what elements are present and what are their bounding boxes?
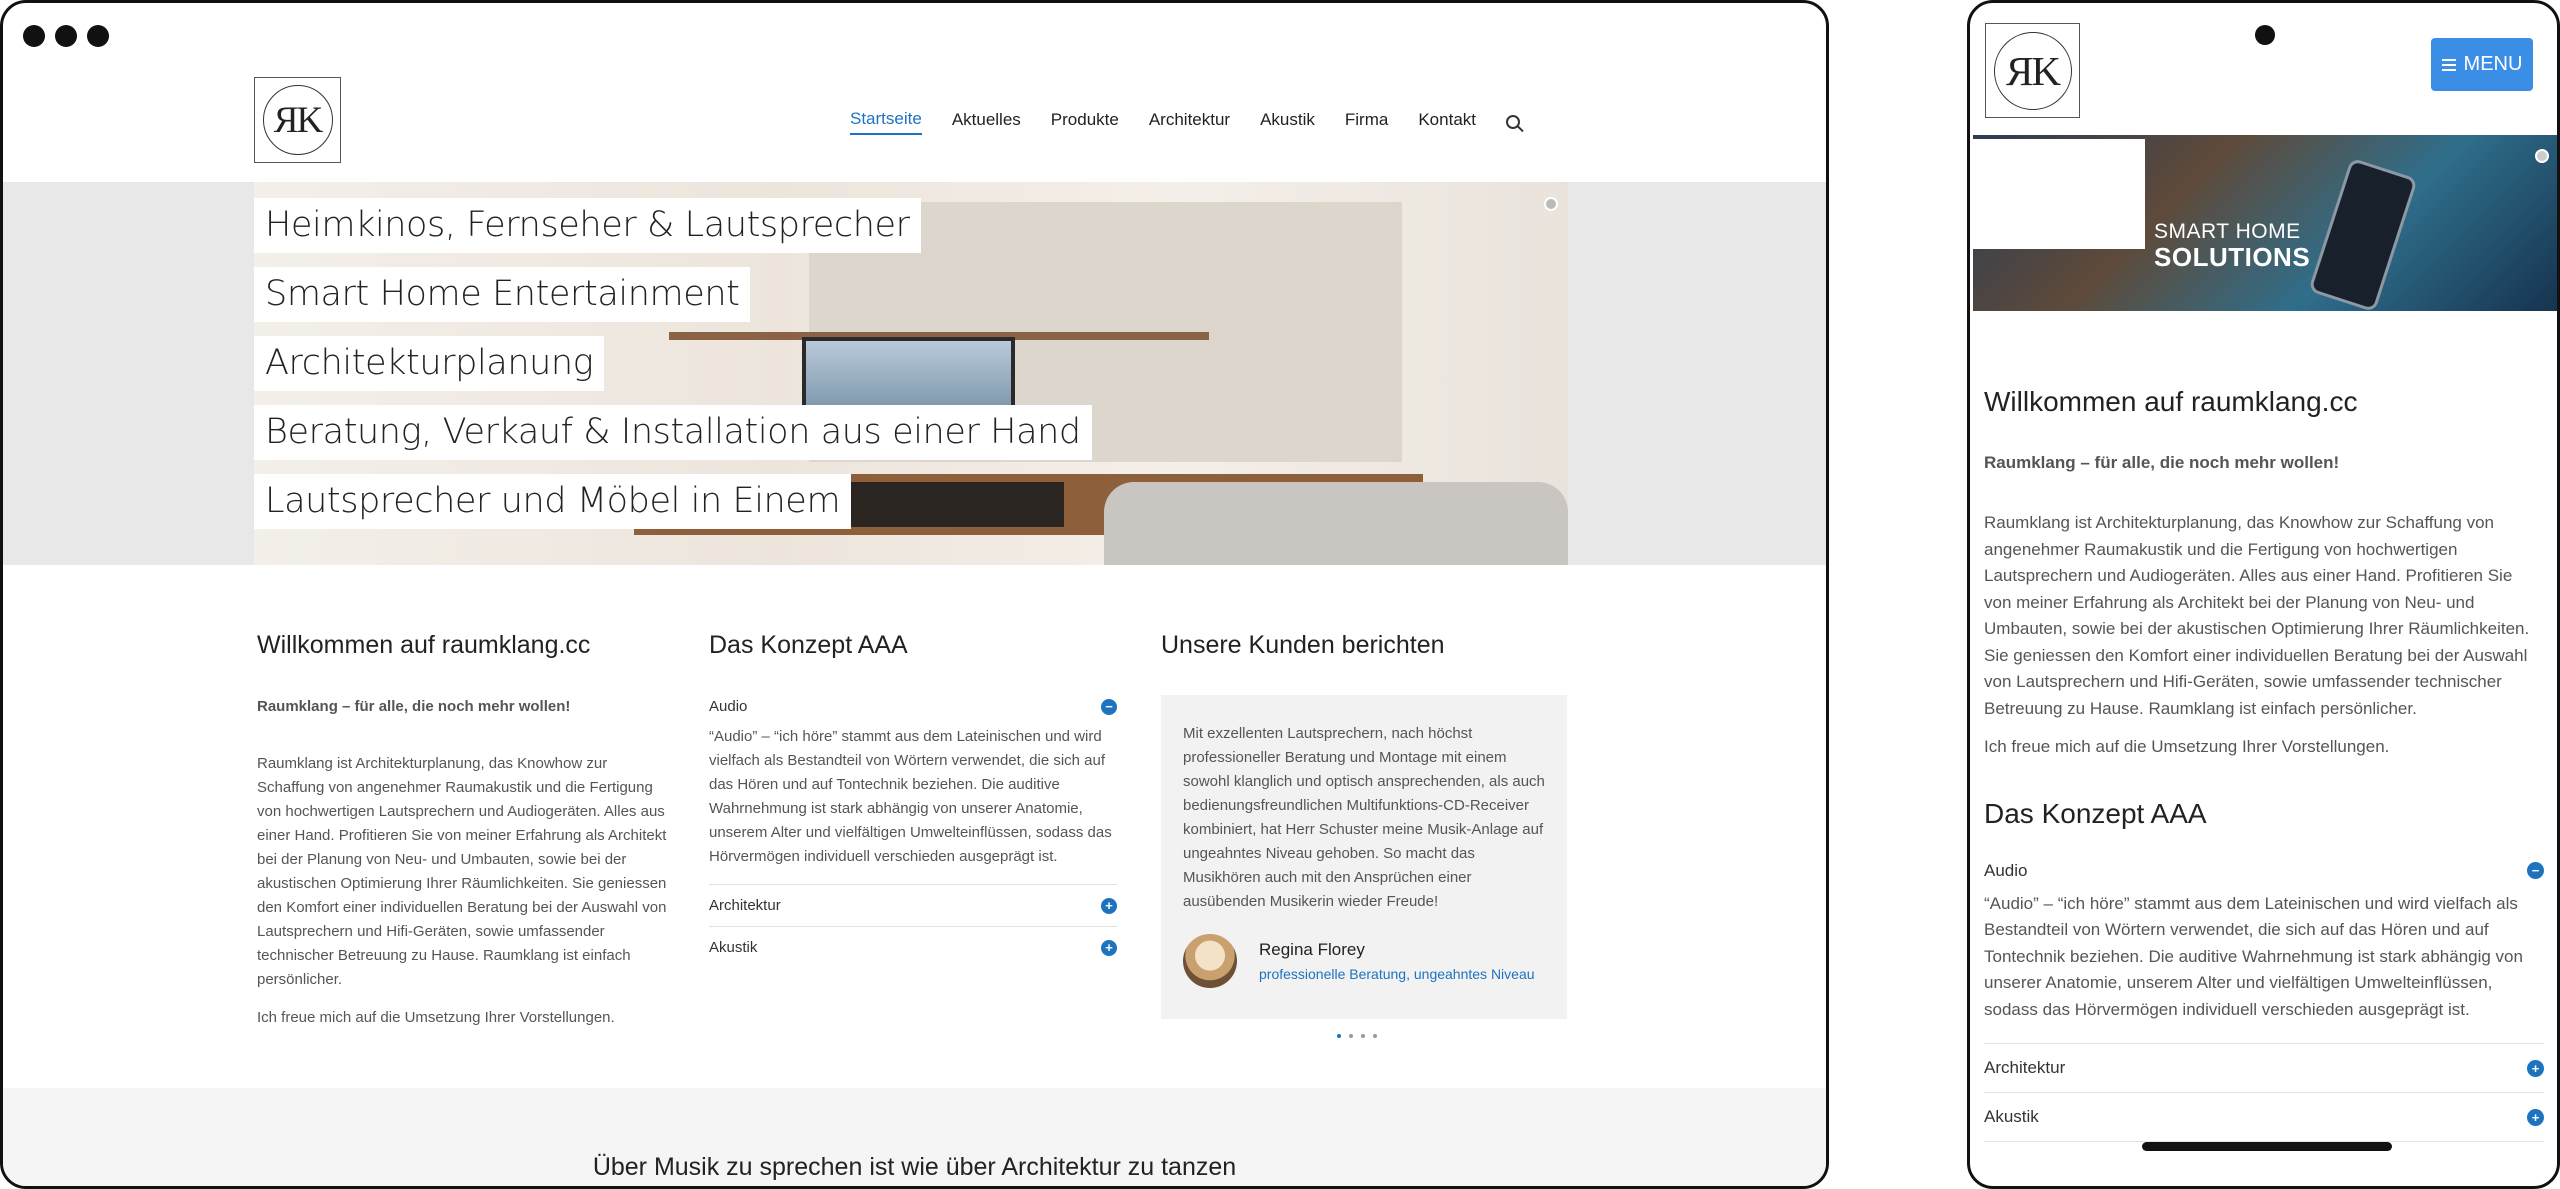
- testimonial-quote: Mit exzellenten Lautsprechern, nach höch…: [1183, 725, 1545, 910]
- desktop-frame: ЯK Startseite Aktuelles Produkte Archite…: [0, 0, 1829, 1189]
- nav-architektur[interactable]: Architektur: [1149, 110, 1230, 134]
- hero-caption: Lautsprecher und Möbel in Einem: [254, 474, 852, 529]
- concept-title: Das Konzept AAA: [1984, 797, 2207, 829]
- expand-icon[interactable]: +: [2527, 1108, 2544, 1126]
- hero-caption: Heimkinos, Fernseher & Lautsprecher: [254, 198, 921, 253]
- pagination-dot[interactable]: [1361, 1034, 1365, 1038]
- welcome-section: Willkommen auf raumklang.cc Raumklang – …: [257, 631, 669, 1030]
- window-dot[interactable]: [55, 25, 77, 47]
- expand-icon[interactable]: +: [2527, 1059, 2544, 1077]
- welcome-body: Raumklang ist Architekturplanung, das Kn…: [1984, 513, 2530, 718]
- accordion-audio-header[interactable]: Audio −: [709, 698, 1117, 725]
- nav-startseite[interactable]: Startseite: [850, 109, 922, 135]
- hamburger-icon: [2441, 58, 2456, 71]
- search-icon[interactable]: [1506, 115, 1520, 129]
- nav-aktuelles[interactable]: Aktuelles: [952, 110, 1021, 134]
- welcome-lead: Raumklang – für alle, die noch mehr woll…: [257, 698, 571, 715]
- hero-slider[interactable]: Heimkinos, Fernseher & Lautsprecher Smar…: [254, 182, 1568, 565]
- logo-mark: ЯK: [262, 85, 333, 155]
- pagination-dot[interactable]: [1337, 1034, 1341, 1038]
- welcome-body: Raumklang ist Architekturplanung, das Kn…: [257, 755, 667, 988]
- mobile-content: Willkommen auf raumklang.cc Raumklang – …: [1984, 386, 2544, 1142]
- menu-button[interactable]: MENU: [2431, 38, 2533, 91]
- accordion-label: Architektur: [709, 897, 781, 914]
- hero-line-1: SMART HOME: [2154, 220, 2301, 243]
- hero-line-2: SOLUTIONS: [2154, 242, 2311, 272]
- slider-dot[interactable]: [2535, 149, 2549, 163]
- accordion-akustik[interactable]: Akustik +: [709, 927, 1117, 968]
- expand-icon[interactable]: +: [1101, 897, 1117, 914]
- expand-icon[interactable]: +: [1101, 939, 1117, 956]
- welcome-title: Willkommen auf raumklang.cc: [257, 631, 591, 659]
- window-controls: [23, 25, 109, 47]
- testimonial-card: Mit exzellenten Lautsprechern, nach höch…: [1161, 695, 1567, 1019]
- concept-title: Das Konzept AAA: [709, 631, 908, 659]
- accordion-audio-body: “Audio” – “ich höre” stammt aus dem Late…: [709, 725, 1117, 885]
- nav-produkte[interactable]: Produkte: [1051, 110, 1119, 134]
- accordion-audio-label: Audio: [1984, 860, 2028, 880]
- collapse-icon[interactable]: −: [2527, 862, 2544, 879]
- logo-mark: ЯK: [1993, 31, 2072, 110]
- main-nav: Startseite Aktuelles Produkte Architektu…: [850, 109, 1520, 135]
- nav-firma[interactable]: Firma: [1345, 110, 1388, 134]
- hero-caption: Smart Home Entertainment: [254, 267, 751, 322]
- accordion-audio-label: Audio: [709, 698, 748, 715]
- mobile-hero-slider[interactable]: SMART HOME SOLUTIONS: [1973, 135, 2557, 311]
- site-logo[interactable]: ЯK: [254, 77, 341, 163]
- welcome-closing: Ich freue mich auf die Umsetzung Ihrer V…: [1984, 737, 2390, 756]
- footer-quote: Über Musik zu sprechen ist wie über Arch…: [592, 1153, 1237, 1181]
- avatar: [1183, 934, 1237, 988]
- testimonial-pagination: [1337, 1034, 1377, 1038]
- accordion-label: Akustik: [709, 939, 758, 956]
- mobile-frame: ЯK MENU SMART HOME SOLUTIONS Willkommen …: [1967, 0, 2560, 1189]
- accordion-audio-body: “Audio” – “ich höre” stammt aus dem Late…: [1984, 891, 2544, 1044]
- welcome-title: Willkommen auf raumklang.cc: [1984, 386, 2358, 417]
- window-dot[interactable]: [87, 25, 109, 47]
- slider-dot[interactable]: [1544, 197, 1558, 211]
- pagination-dot[interactable]: [1349, 1034, 1353, 1038]
- author-name: Regina Florey: [1259, 940, 1365, 959]
- pagination-dot[interactable]: [1373, 1034, 1377, 1038]
- accordion-audio-header[interactable]: Audio −: [1984, 861, 2544, 891]
- nav-akustik[interactable]: Akustik: [1260, 110, 1315, 134]
- accordion-label: Akustik: [1984, 1107, 2039, 1126]
- testimonials-title: Unsere Kunden berichten: [1161, 631, 1445, 659]
- accordion-architektur[interactable]: Architektur +: [709, 885, 1117, 927]
- welcome-closing: Ich freue mich auf die Umsetzung Ihrer V…: [257, 1009, 615, 1026]
- accordion-label: Architektur: [1984, 1058, 2066, 1077]
- site-logo[interactable]: ЯK: [1985, 23, 2080, 118]
- hero-captions: Heimkinos, Fernseher & Lautsprecher Smar…: [254, 198, 1092, 543]
- hero-image-sofa: [1104, 482, 1568, 565]
- accordion-akustik[interactable]: Akustik +: [1984, 1093, 2544, 1142]
- hero-note-card: [1973, 139, 2145, 249]
- concept-section: Das Konzept AAA Audio − “Audio” – “ich h…: [709, 631, 1117, 968]
- smartphone-image: [2308, 157, 2418, 311]
- accordion-architektur[interactable]: Architektur +: [1984, 1044, 2544, 1093]
- collapse-icon[interactable]: −: [1101, 698, 1117, 715]
- menu-label: MENU: [2463, 53, 2523, 75]
- author-role[interactable]: professionelle Beratung, ungeahntes Nive…: [1259, 966, 1535, 982]
- window-dot[interactable]: [23, 25, 45, 47]
- home-indicator[interactable]: [2142, 1142, 2392, 1151]
- hero-caption: Architekturplanung: [254, 336, 605, 391]
- testimonial-author: Regina Florey professionelle Beratung, u…: [1183, 934, 1545, 988]
- nav-kontakt[interactable]: Kontakt: [1418, 110, 1476, 134]
- camera-icon: [2255, 25, 2275, 45]
- testimonials-section: Unsere Kunden berichten Mit exzellenten …: [1161, 631, 1567, 1019]
- hero-caption: Beratung, Verkauf & Installation aus ein…: [254, 405, 1092, 460]
- welcome-lead: Raumklang – für alle, die noch mehr woll…: [1984, 453, 2340, 472]
